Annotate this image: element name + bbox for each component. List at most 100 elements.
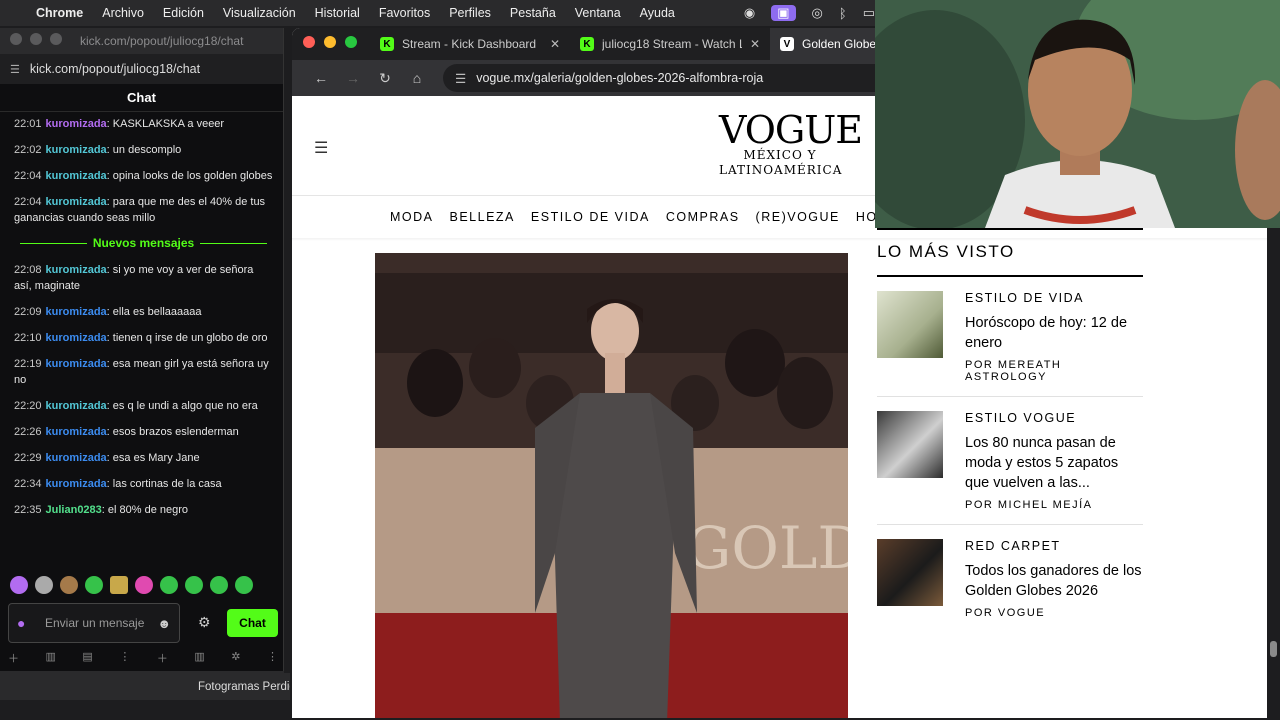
article-card[interactable]: RED CARPET Todos los ganadores de los Go… <box>877 525 1143 632</box>
more-icon[interactable]: ⋮ <box>119 650 130 666</box>
chat-message-input[interactable]: ● Enviar un mensaje ☻ <box>8 603 180 643</box>
message-username[interactable]: kuromizada <box>46 196 107 208</box>
close-tab-icon[interactable]: ✕ <box>750 37 760 51</box>
scrollbar-thumb[interactable] <box>1270 641 1277 657</box>
reload-icon[interactable]: ↻ <box>369 70 401 87</box>
menu-favoritos[interactable]: Favoritos <box>379 6 430 20</box>
message-username[interactable]: kuromizada <box>46 358 107 370</box>
menu-edicion[interactable]: Edición <box>163 6 204 20</box>
message-time: 22:09 <box>14 306 42 318</box>
vogue-logo[interactable]: VOGUE MÉXICO Y LATINOAMÉRICA <box>719 111 863 178</box>
nav-estilo-de-vida[interactable]: ESTILO DE VIDA <box>531 210 650 224</box>
emote-icon[interactable] <box>10 576 28 594</box>
emote-icon[interactable] <box>85 576 103 594</box>
tab-kick-dashboard[interactable]: K Stream - Kick Dashboard ✕ <box>370 28 570 60</box>
message-username[interactable]: kuromizada <box>46 170 107 182</box>
message-time: 22:35 <box>14 504 42 516</box>
article-card[interactable]: ESTILO VOGUE Los 80 nunca pasan de moda … <box>877 397 1143 525</box>
chat-message: 22:29 kuromizada: esa es Mary Jane <box>14 450 273 466</box>
window-controls[interactable] <box>10 32 70 50</box>
chat-header: Chat <box>0 84 283 112</box>
nav-compras[interactable]: COMPRAS <box>666 210 740 224</box>
site-settings-icon[interactable]: ☰ <box>10 63 20 76</box>
site-info-icon[interactable]: ☰ <box>455 71 466 86</box>
emote-icon[interactable] <box>210 576 228 594</box>
message-time: 22:10 <box>14 332 42 344</box>
copy-icon[interactable]: ▤ <box>82 650 92 666</box>
more-icon[interactable]: ⋮ <box>267 650 278 666</box>
message-username[interactable]: kuromizada <box>46 144 107 156</box>
nav-moda[interactable]: MODA <box>390 210 434 224</box>
airdrop-icon[interactable]: ◎ <box>812 5 823 21</box>
message-username[interactable]: kuromizada <box>46 306 107 318</box>
emote-icon[interactable] <box>110 576 128 594</box>
add-icon[interactable]: ＋ <box>8 650 19 666</box>
nav-revogue[interactable]: (RE)VOGUE <box>756 210 840 224</box>
chat-send-button[interactable]: Chat <box>227 609 278 637</box>
article-card[interactable]: ESTILO DE VIDA Horóscopo de hoy: 12 de e… <box>877 277 1143 397</box>
article-category[interactable]: ESTILO VOGUE <box>965 411 1143 425</box>
trash-icon[interactable]: ▥ <box>46 650 56 666</box>
emote-icon[interactable] <box>135 576 153 594</box>
message-time: 22:19 <box>14 358 42 370</box>
article-thumbnail[interactable] <box>877 539 943 606</box>
message-username[interactable]: kuromizada <box>46 452 107 464</box>
menu-historial[interactable]: Historial <box>315 6 360 20</box>
menu-visualizacion[interactable]: Visualización <box>223 6 296 20</box>
add-icon[interactable]: ＋ <box>157 650 168 666</box>
emote-icon[interactable] <box>235 576 253 594</box>
hamburger-menu-icon[interactable]: ☰ <box>314 138 328 158</box>
menu-ayuda[interactable]: Ayuda <box>640 6 675 20</box>
trash-icon[interactable]: ▥ <box>194 650 204 666</box>
chat-url-bar[interactable]: ☰ kick.com/popout/juliocg18/chat <box>0 54 283 84</box>
message-time: 22:08 <box>14 264 42 276</box>
menu-archivo[interactable]: Archivo <box>102 6 144 20</box>
window-controls[interactable] <box>303 35 366 53</box>
message-username[interactable]: Julian0283 <box>46 504 102 516</box>
home-icon[interactable]: ⌂ <box>401 70 433 86</box>
message-username[interactable]: kuromizada <box>46 118 107 130</box>
message-username[interactable]: kuromizada <box>46 426 107 438</box>
article-thumbnail[interactable] <box>877 411 943 478</box>
menu-perfiles[interactable]: Perfiles <box>449 6 491 20</box>
article-category[interactable]: ESTILO DE VIDA <box>965 291 1143 305</box>
menu-ventana[interactable]: Ventana <box>575 6 621 20</box>
menu-pestana[interactable]: Pestaña <box>510 6 556 20</box>
emote-icon[interactable] <box>160 576 178 594</box>
svg-text:GOLDE: GOLDE <box>685 514 848 582</box>
display-icon[interactable]: ▭ <box>863 5 875 21</box>
article-byline: POR MICHEL MEJÍA <box>965 499 1093 511</box>
message-username[interactable]: kuromizada <box>46 478 107 490</box>
message-username[interactable]: kuromizada <box>46 332 107 344</box>
message-text: esos brazos eslenderman <box>112 426 239 438</box>
red-carpet-photo[interactable]: GOLDE <box>375 253 848 718</box>
article-title[interactable]: Todos los ganadores de los Golden Globes… <box>965 561 1143 601</box>
tab-kick-stream[interactable]: K juliocg18 Stream - Watch Live ✕ <box>570 28 770 60</box>
chat-input-placeholder: Enviar un mensaje <box>45 616 145 630</box>
chat-settings-gear-icon[interactable]: ⚙ <box>198 614 211 631</box>
microphone-icon[interactable]: ● <box>17 615 45 631</box>
message-text: tienen q irse de un globo de oro <box>112 332 268 344</box>
message-time: 22:04 <box>14 170 42 182</box>
creative-cloud-icon[interactable]: ◉ <box>744 5 755 21</box>
article-title[interactable]: Horóscopo de hoy: 12 de enero <box>965 313 1143 353</box>
article-thumbnail[interactable] <box>877 291 943 358</box>
article-category[interactable]: RED CARPET <box>965 539 1143 553</box>
message-text: esa es Mary Jane <box>112 452 200 464</box>
bluetooth-icon[interactable]: ᛒ <box>839 6 847 21</box>
emoji-icon[interactable]: ☻ <box>157 616 171 631</box>
emote-icon[interactable] <box>35 576 53 594</box>
close-tab-icon[interactable]: ✕ <box>550 37 560 51</box>
emote-icon[interactable] <box>60 576 78 594</box>
screen-record-icon[interactable]: ▣ <box>771 5 796 21</box>
settings-icon[interactable]: ✲ <box>231 650 240 666</box>
menu-app-name[interactable]: Chrome <box>36 6 83 20</box>
chat-url-text: kick.com/popout/juliocg18/chat <box>29 62 201 76</box>
forward-icon[interactable]: → <box>337 70 369 86</box>
article-title[interactable]: Los 80 nunca pasan de moda y estos 5 zap… <box>965 433 1143 493</box>
emote-icon[interactable] <box>185 576 203 594</box>
message-username[interactable]: kuromizada <box>46 264 107 276</box>
message-username[interactable]: kuromizada <box>46 400 107 412</box>
back-icon[interactable]: ← <box>305 70 337 86</box>
nav-belleza[interactable]: BELLEZA <box>450 210 515 224</box>
